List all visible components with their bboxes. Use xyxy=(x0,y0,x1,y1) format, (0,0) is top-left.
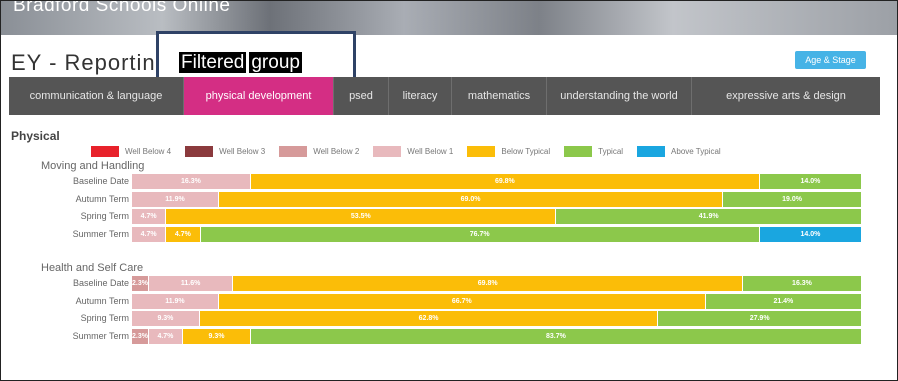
legend-item: Well Below 1 xyxy=(373,146,453,157)
bar-segment[interactable]: 41.9% xyxy=(556,209,862,224)
stacked-bar: 16.3% 69.8% 14.0% xyxy=(132,174,862,189)
bar-segment[interactable]: 11.6% xyxy=(148,276,234,291)
bar-segment[interactable]: 27.9% xyxy=(658,311,862,326)
legend-label: Below Typical xyxy=(501,147,551,156)
row-label: Summer Term xyxy=(72,228,129,239)
bar-segment[interactable]: 9.3% xyxy=(183,328,251,344)
tab-communication-language[interactable]: communication & language xyxy=(9,77,184,115)
bar-segment[interactable]: 83.7% xyxy=(250,328,862,344)
legend-label: Above Typical xyxy=(671,147,721,156)
bar-segment[interactable]: 16.3% xyxy=(132,174,251,189)
legend-label: Well Below 2 xyxy=(313,147,360,156)
bar-segment[interactable]: 4.7% xyxy=(132,226,167,242)
site-banner: Bradford Schools Online xyxy=(1,1,897,35)
stacked-bar: 11.9% 66.7% 21.4% xyxy=(132,293,862,309)
chart-row: Autumn Term 11.9% 69.0% 19.0% xyxy=(31,191,871,207)
row-label: Spring Term xyxy=(80,313,129,323)
age-and-stage-button[interactable]: Age & Stage xyxy=(795,51,866,69)
legend-item: Well Below 4 xyxy=(91,146,171,157)
bar-segment[interactable]: 62.8% xyxy=(199,311,659,326)
tab-mathematics[interactable]: mathematics xyxy=(452,77,547,115)
chart-row: Spring Term 4.7% 53.5% 41.9% xyxy=(31,209,871,224)
legend-item: Typical xyxy=(564,146,623,157)
bar-segment[interactable]: 19.0% xyxy=(723,191,862,207)
bar-segment[interactable]: 4.7% xyxy=(132,209,167,224)
callout-word-group: group xyxy=(249,52,302,73)
legend-item: Well Below 2 xyxy=(279,146,359,157)
filtered-group-callout: Filtered group xyxy=(156,31,356,83)
chart-row: Baseline Date 16.3% 69.8% 14.0% xyxy=(31,174,871,189)
stacked-bar: 9.3% 62.8% 27.9% xyxy=(132,311,862,326)
legend-swatch xyxy=(373,146,402,157)
bar-segment[interactable]: 21.4% xyxy=(705,293,862,309)
callout-text: Filtered group xyxy=(179,52,302,74)
callout-word-filtered: Filtered xyxy=(179,52,247,73)
row-label: Autumn Term xyxy=(75,295,129,306)
bar-segment[interactable]: 9.3% xyxy=(132,311,200,326)
stacked-bar: 4.7% 4.7% 76.7% 14.0% xyxy=(132,226,862,242)
legend-swatch xyxy=(279,146,308,157)
app-window: Bradford Schools Online EY - Reporting F… xyxy=(0,0,898,381)
bar-segment[interactable]: 2.3% xyxy=(132,276,149,291)
chart-row: Summer Term 4.7% 4.7% 76.7% 14.0% xyxy=(31,226,871,242)
legend-label: Well Below 1 xyxy=(407,147,454,156)
bar-segment[interactable]: 14.0% xyxy=(759,174,862,189)
bar-segment[interactable]: 66.7% xyxy=(218,293,706,309)
legend-swatch xyxy=(91,146,119,157)
bar-segment[interactable]: 69.8% xyxy=(250,174,760,189)
tab-physical-development[interactable]: physical development xyxy=(184,77,334,115)
tab-psed[interactable]: psed xyxy=(334,77,389,115)
bar-segment[interactable]: 69.8% xyxy=(233,276,743,291)
row-label: Summer Term xyxy=(72,330,129,341)
stacked-bar: 2.3% 11.6% 69.8% 16.3% xyxy=(132,276,862,291)
bar-segment[interactable]: 76.7% xyxy=(200,226,760,242)
bar-segment[interactable]: 2.3% xyxy=(132,328,149,344)
legend-label: Well Below 4 xyxy=(125,147,172,156)
bar-segment[interactable]: 4.7% xyxy=(148,328,184,344)
tab-literacy[interactable]: literacy xyxy=(389,77,452,115)
tab-understanding-the-world[interactable]: understanding the world xyxy=(547,77,692,115)
bar-segment[interactable]: 53.5% xyxy=(166,209,557,224)
legend-swatch xyxy=(467,146,496,157)
tab-expressive-arts-design[interactable]: expressive arts & design xyxy=(692,77,880,115)
chart-legend: Well Below 4 Well Below 3 Well Below 2 Well… xyxy=(91,146,735,157)
stacked-bar: 2.3% 4.7% 9.3% 83.7% xyxy=(132,328,862,344)
stacked-bar: 11.9% 69.0% 19.0% xyxy=(132,191,862,207)
bar-segment[interactable]: 16.3% xyxy=(742,276,862,291)
site-name: Bradford Schools Online xyxy=(13,1,231,16)
row-label: Autumn Term xyxy=(75,193,129,204)
bar-segment[interactable]: 4.7% xyxy=(166,226,201,242)
page-title: EY - Reporting xyxy=(11,50,169,75)
bar-segment[interactable]: 11.9% xyxy=(132,191,219,207)
stacked-bar: 4.7% 53.5% 41.9% xyxy=(132,209,862,224)
bar-segment[interactable]: 69.0% xyxy=(218,191,724,207)
row-label: Baseline Date xyxy=(72,278,129,288)
bar-segment[interactable]: 14.0% xyxy=(759,226,862,242)
legend-item: Below Typical xyxy=(467,146,550,157)
legend-swatch xyxy=(564,146,593,157)
group-title: Moving and Handling xyxy=(41,160,145,172)
legend-item: Above Typical xyxy=(637,146,721,157)
bar-segment[interactable]: 11.9% xyxy=(132,293,219,309)
chart-row: Summer Term 2.3% 4.7% 9.3% 83.7% xyxy=(31,328,871,344)
chart-row: Autumn Term 11.9% 66.7% 21.4% xyxy=(31,293,871,309)
legend-item: Well Below 3 xyxy=(185,146,265,157)
chart-row: Baseline Date 2.3% 11.6% 69.8% 16.3% xyxy=(31,276,871,291)
chart-row: Spring Term 9.3% 62.8% 27.9% xyxy=(31,311,871,326)
row-label: Baseline Date xyxy=(72,176,129,186)
row-label: Spring Term xyxy=(80,211,129,221)
subject-tabs: communication & language physical develop… xyxy=(9,77,880,115)
legend-label: Well Below 3 xyxy=(219,147,266,156)
section-title: Physical xyxy=(11,129,60,143)
legend-label: Typical xyxy=(598,147,624,156)
group-title: Health and Self Care xyxy=(41,262,144,274)
legend-swatch xyxy=(185,146,214,157)
legend-swatch xyxy=(637,146,666,157)
